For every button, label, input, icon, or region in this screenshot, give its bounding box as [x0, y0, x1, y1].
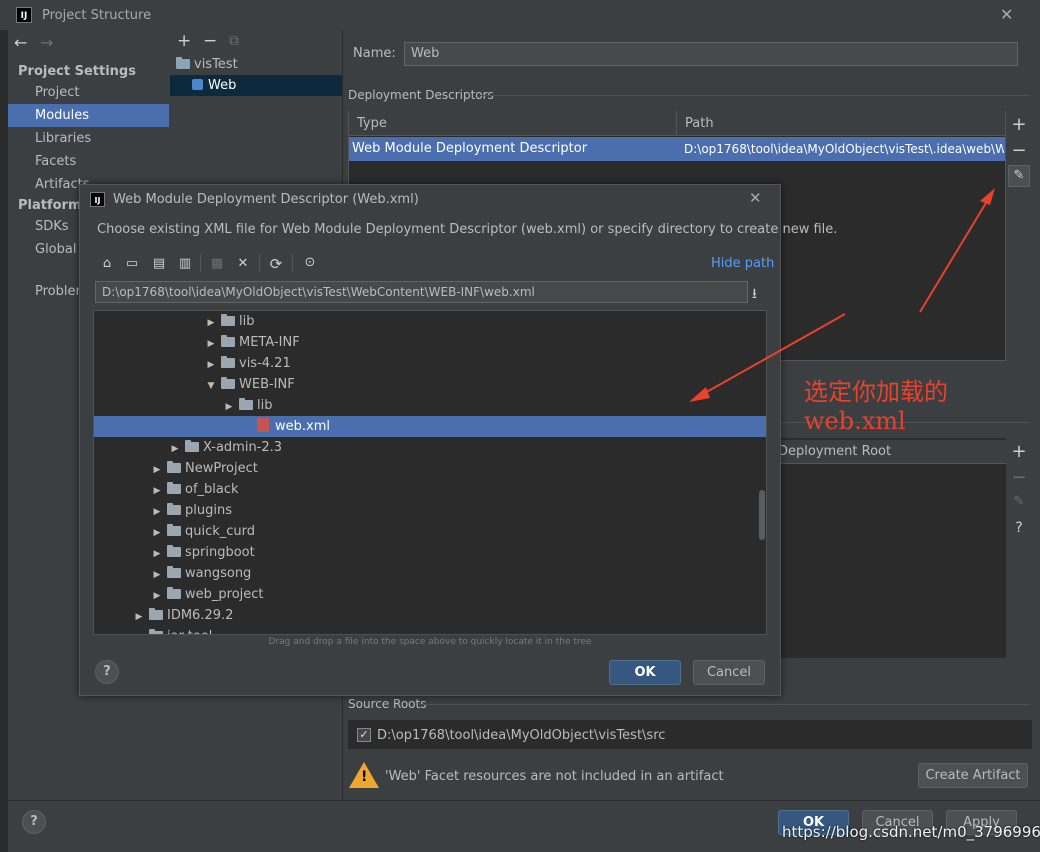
annotation-text-line2: web.xml — [804, 407, 906, 435]
annotation-text-line1: 选定你加载的 — [804, 378, 948, 406]
arrow-to-edit-button — [919, 192, 993, 313]
arrowhead — [689, 387, 710, 402]
arrowhead — [980, 188, 995, 205]
watermark: https://blog.csdn.net/m0_37969960 — [782, 823, 1040, 841]
